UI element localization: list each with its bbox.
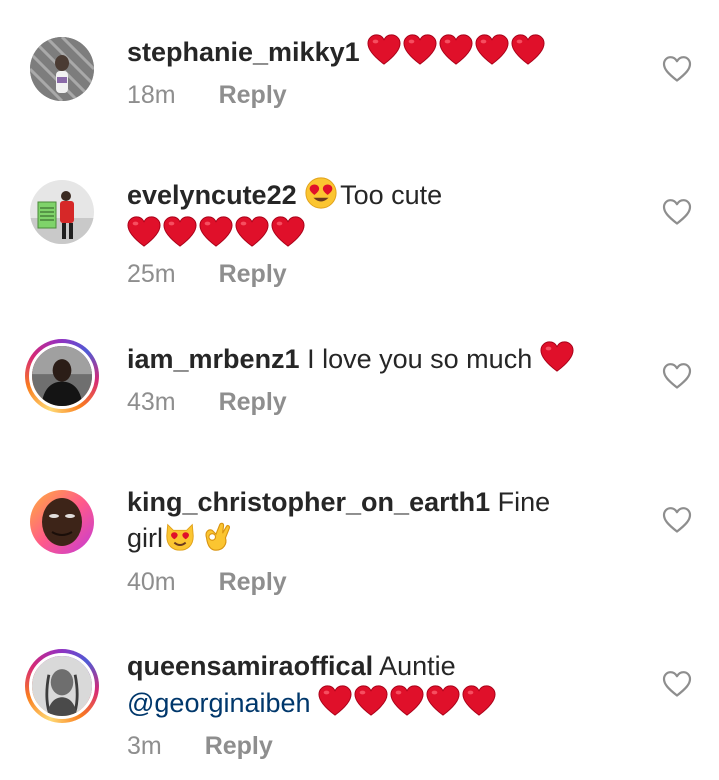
timestamp: 18m <box>127 81 176 109</box>
avatar-story-ring[interactable] <box>25 339 99 413</box>
timestamp: 25m <box>127 260 176 288</box>
red-heart-emoji <box>475 33 509 67</box>
username[interactable]: queensamiraoffical <box>127 651 373 681</box>
comment-meta: 3m Reply <box>127 731 273 761</box>
like-heart-icon[interactable] <box>662 506 692 534</box>
comment-body: stephanie_mikky1 <box>127 33 647 70</box>
red-heart-emoji <box>354 684 388 718</box>
like-heart-icon[interactable] <box>662 670 692 698</box>
mention-link[interactable]: @georginaibeh <box>127 688 311 718</box>
red-heart-emoji <box>511 33 545 67</box>
red-heart-emoji <box>390 684 424 718</box>
username[interactable]: iam_mrbenz1 <box>127 344 300 374</box>
red-heart-emoji <box>462 684 496 718</box>
avatar <box>29 653 95 719</box>
heart-emoji-group <box>367 37 547 67</box>
red-heart-emoji <box>199 215 233 249</box>
comment-meta: 25m Reply <box>127 259 287 289</box>
comment-text: Fine <box>497 487 551 517</box>
ok-hand-emoji <box>199 519 233 553</box>
red-heart-emoji <box>271 215 305 249</box>
comment-meta: 40m Reply <box>127 567 287 597</box>
comment-body: king_christopher_on_earth1 Fine girl <box>127 484 647 556</box>
heart-eyes-cat-emoji <box>163 519 197 553</box>
reply-button[interactable]: Reply <box>219 80 287 110</box>
red-heart-emoji <box>318 684 352 718</box>
red-heart-emoji <box>367 33 401 67</box>
reply-button[interactable]: Reply <box>219 387 287 417</box>
comment-body: iam_mrbenz1 I love you so much <box>127 340 647 377</box>
username[interactable]: stephanie_mikky1 <box>127 37 360 67</box>
like-heart-icon[interactable] <box>662 198 692 226</box>
red-heart-emoji <box>127 215 161 249</box>
red-heart-emoji <box>540 340 574 374</box>
reply-button[interactable]: Reply <box>219 259 287 289</box>
comment-meta: 18m Reply <box>127 80 287 110</box>
comment-body: queensamiraoffical Auntie @georginaibeh <box>127 648 647 721</box>
avatar <box>29 343 95 409</box>
red-heart-emoji <box>235 215 269 249</box>
red-heart-emoji <box>403 33 437 67</box>
avatar-story-ring[interactable] <box>25 649 99 723</box>
comment-body: evelyncute22 Too cute <box>127 176 647 252</box>
timestamp: 40m <box>127 568 176 596</box>
username[interactable]: king_christopher_on_earth1 <box>127 487 490 517</box>
avatar[interactable] <box>30 37 94 101</box>
comment-text-continued: girl <box>127 523 164 553</box>
like-heart-icon[interactable] <box>662 55 692 83</box>
timestamp: 3m <box>127 732 162 760</box>
avatar[interactable] <box>30 490 94 554</box>
red-heart-emoji <box>163 215 197 249</box>
heart-emoji-group <box>127 215 647 252</box>
comment-meta: 43m Reply <box>127 387 287 417</box>
red-heart-emoji <box>426 684 460 718</box>
like-heart-icon[interactable] <box>662 362 692 390</box>
comment-text: Auntie <box>379 651 456 681</box>
timestamp: 43m <box>127 388 176 416</box>
reply-button[interactable]: Reply <box>205 731 273 761</box>
red-heart-emoji <box>439 33 473 67</box>
username[interactable]: evelyncute22 <box>127 180 297 210</box>
heart-emoji-group <box>318 688 498 718</box>
comment-text: I love you so much <box>307 344 533 374</box>
reply-button[interactable]: Reply <box>219 567 287 597</box>
comment-text: Too cute <box>340 180 443 210</box>
heart-eyes-emoji <box>304 176 338 210</box>
avatar[interactable] <box>30 180 94 244</box>
